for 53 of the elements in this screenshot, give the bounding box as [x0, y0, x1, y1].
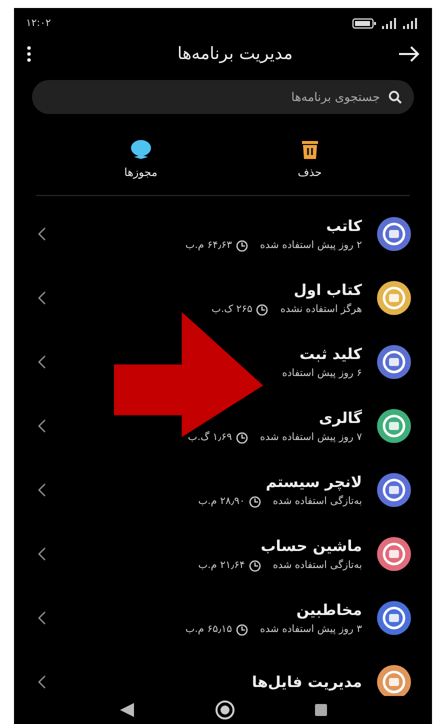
clock-icon [248, 496, 261, 508]
chevron-icon [38, 419, 46, 433]
chevron-icon [38, 675, 46, 689]
app-name: گالری [318, 408, 362, 426]
battery-icon [352, 18, 378, 28]
app-usage: هرگز استفاده نشده [280, 304, 362, 315]
signal-icon [381, 18, 399, 28]
clock-icon [236, 432, 248, 444]
chevron-icon [38, 611, 46, 625]
app-size: ۲۶۵ ک.ب [212, 304, 252, 315]
status-time: ۱۲:۰۲ [26, 18, 51, 28]
app-list-item[interactable]: لانچر سیستم به‌تازگی استفاده شده ۲۸٫۹۰ م.ب [14, 458, 432, 522]
app-usage: ۷ روز پیش استفاده شده [260, 432, 362, 443]
clock-icon [236, 624, 248, 636]
trash-icon [300, 140, 320, 160]
page-title: مدیریت برنامه‌ها [176, 44, 294, 64]
more-menu-icon[interactable] [26, 46, 32, 62]
chevron-icon [38, 547, 46, 561]
back-icon[interactable] [119, 702, 135, 718]
app-size: ۶۵٫۱۵ م.ب [185, 624, 232, 635]
chevron-icon [38, 291, 46, 305]
app-list-item[interactable]: کاتب ۲ روز پیش استفاده شده ۶۴٫۶۳ م.ب [14, 202, 432, 266]
clock-icon [256, 304, 268, 316]
action-button[interactable]: مجوزها [124, 140, 158, 179]
app-usage: به‌تازگی استفاده شده [272, 496, 362, 507]
app-usage: ۳ روز پیش استفاده شده [260, 624, 362, 635]
app-name: لانچر سیستم [264, 472, 362, 490]
app-usage: ۲ روز پیش استفاده شده [260, 240, 362, 251]
app-name: کلید ثبت [298, 345, 362, 363]
app-list-item[interactable]: مخاطبین ۳ روز پیش استفاده شده ۶۵٫۱۵ م.ب [14, 586, 432, 650]
chevron-icon [38, 355, 46, 369]
app-name: کاتب [325, 216, 362, 234]
signal-icon [402, 18, 420, 28]
app-list-item[interactable]: ماشین حساب به‌تازگی استفاده شده ۲۱٫۶۴ م.ب [14, 522, 432, 586]
app-name: کتاب اول [292, 280, 362, 298]
app-size: ۱٫۶۹ گ.ب [188, 432, 232, 443]
app-usage: به‌تازگی استفاده شده [272, 560, 362, 571]
action-button[interactable]: حذف [298, 140, 322, 179]
clock-icon [248, 560, 261, 572]
app-size: ۶۴٫۶۳ م.ب [185, 240, 232, 251]
app-size: ۲۱٫۶۴ م.ب [198, 560, 245, 571]
home-icon[interactable] [215, 700, 235, 720]
back-arrow-icon[interactable] [398, 46, 420, 62]
app-list-item[interactable]: کتاب اول هرگز استفاده نشده ۲۶۵ ک.ب [14, 266, 432, 330]
app-name: ماشین حساب [260, 536, 362, 554]
app-name: مخاطبین [295, 600, 362, 618]
app-usage: ۶ روز پیش استفاده [282, 368, 362, 379]
clock-icon [236, 240, 248, 252]
app-name: مدیریت فایل‌ها [250, 673, 362, 691]
app-size: ۲۸٫۹۰ م.ب [198, 496, 245, 507]
chevron-icon [38, 227, 46, 241]
search-field[interactable]: جستجوی برنامه‌ها [32, 80, 414, 114]
chevron-icon [38, 483, 46, 497]
